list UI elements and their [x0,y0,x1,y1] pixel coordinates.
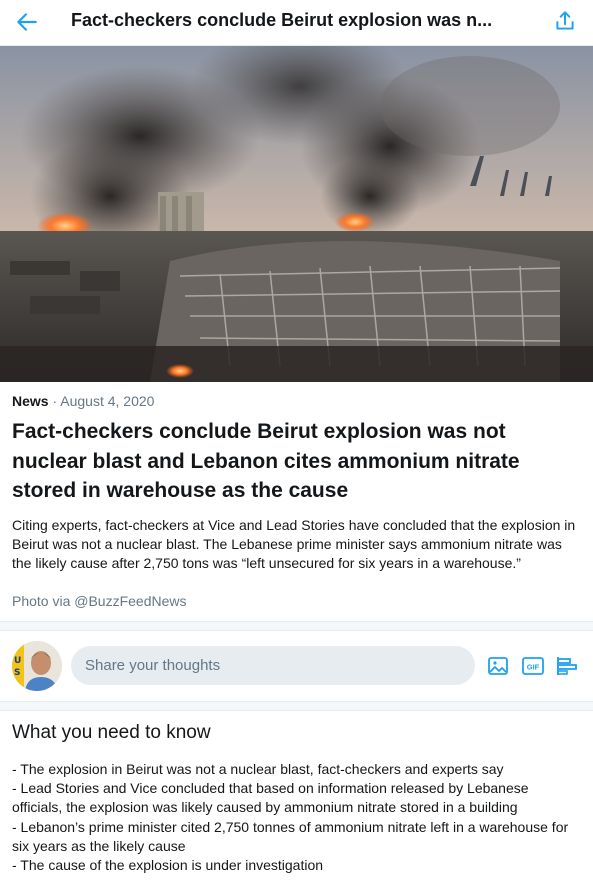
gif-icon[interactable]: GIF [521,654,545,678]
hero-image [0,46,593,382]
poll-icon[interactable] [555,654,579,678]
composer: U S GIF [0,631,593,701]
share-upload-icon[interactable] [552,8,578,34]
list-item: - The explosion in Beirut was not a nucl… [12,761,504,777]
section-divider [0,701,593,711]
gif-label: GIF [527,663,540,672]
article-date: August 4, 2020 [60,393,155,409]
section-divider [0,621,593,631]
section-title: What you need to know [12,722,211,743]
svg-text:S: S [14,668,20,678]
category-label[interactable]: News [12,393,49,409]
image-icon[interactable] [486,654,510,678]
meta-separator: · [48,393,61,409]
list-item: - The cause of the explosion is under in… [12,857,324,874]
article-meta: News · August 4, 2020 [12,393,154,409]
avatar[interactable]: U S [12,641,62,691]
page-title: Fact-checkers conclude Beirut explosion … [71,10,493,30]
photo-credit[interactable]: Photo via @BuzzFeedNews [12,593,187,609]
list-item: - Lebanon’s prime minister cited 2,750 t… [12,818,569,854]
article-summary: Citing experts, fact-checkers at Vice an… [12,517,576,572]
list-item: - Lead Stories and Vice concluded that b… [12,780,529,816]
share-thoughts-input[interactable] [71,646,475,685]
article-headline: Fact-checkers conclude Beirut explosion … [12,420,520,502]
svg-text:U: U [14,656,21,666]
arrow-left-icon[interactable] [14,9,40,35]
need-to-know-list: - The explosion in Beirut was not a nucl… [12,760,582,875]
top-bar: Fact-checkers conclude Beirut explosion … [0,0,593,46]
